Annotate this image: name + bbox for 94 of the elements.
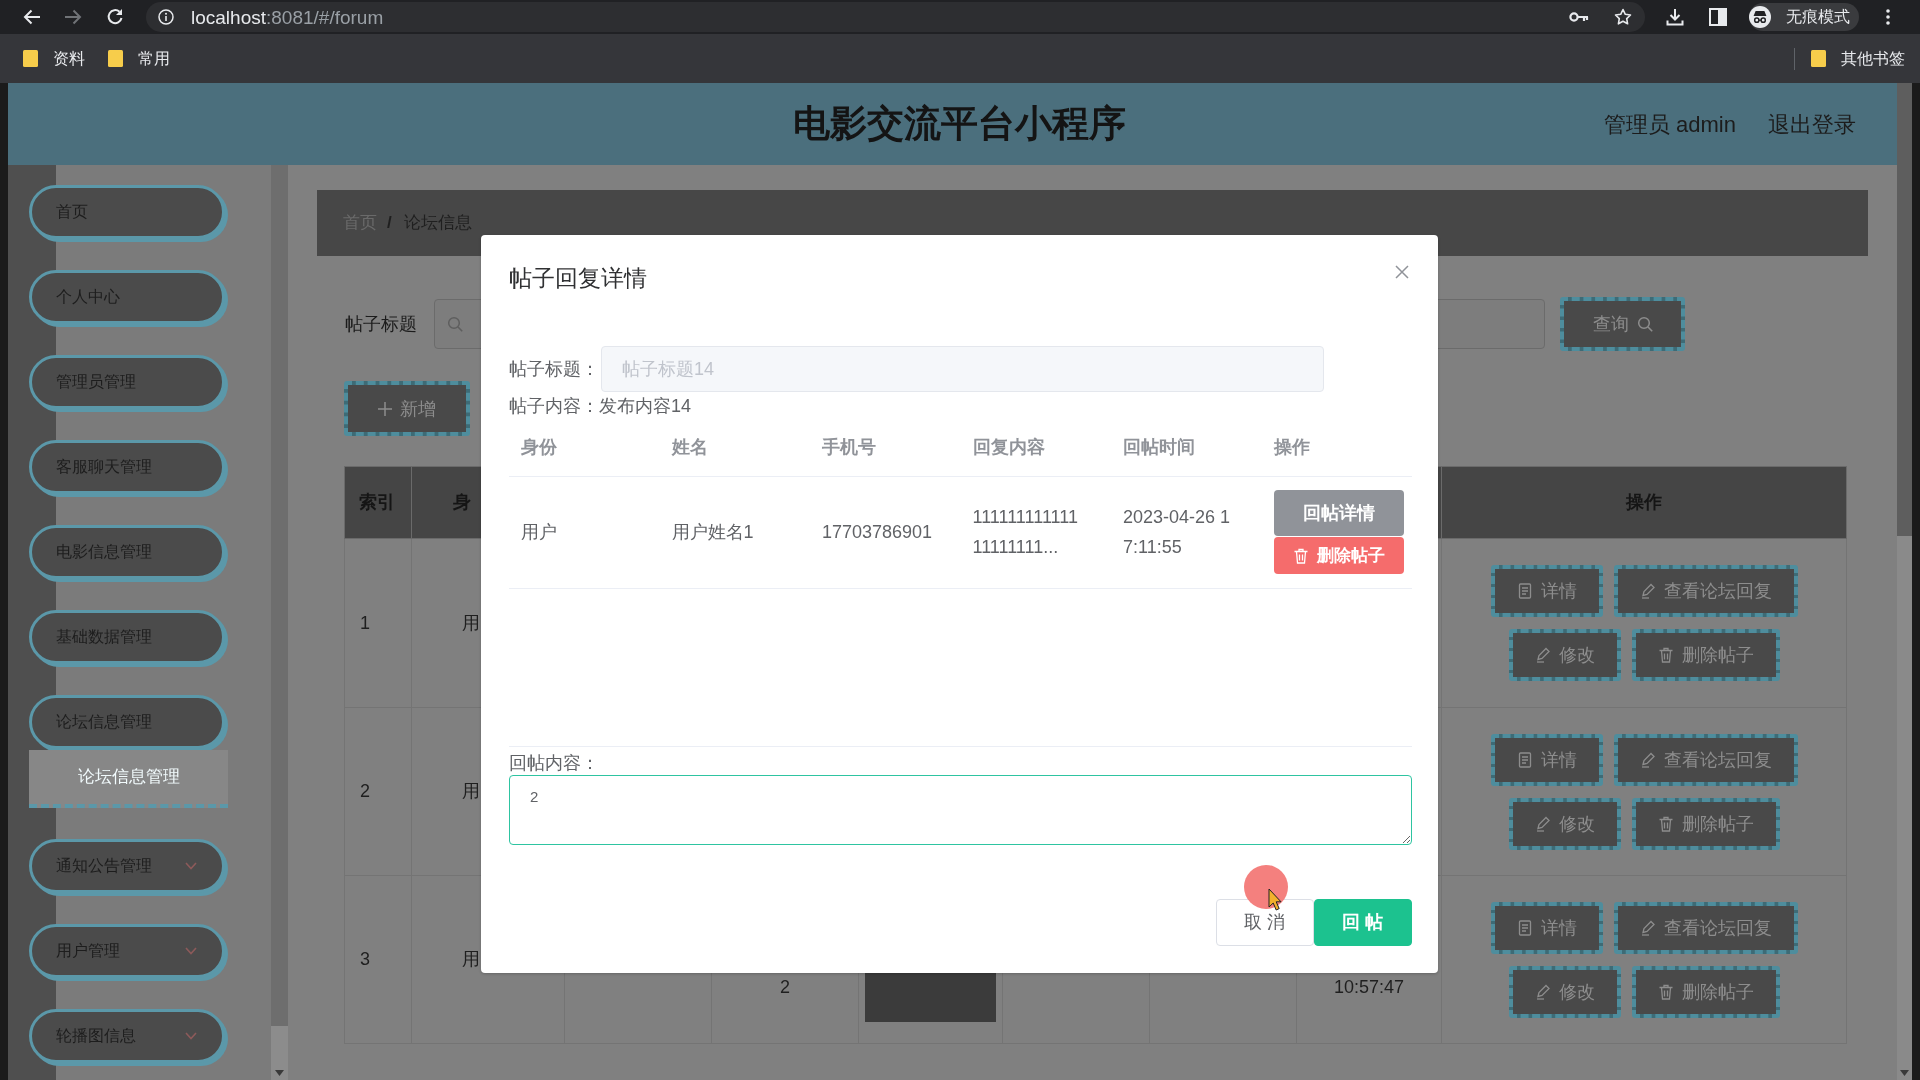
reply-detail-button[interactable]: 回帖详情	[1273, 490, 1404, 536]
search-icon	[1636, 316, 1653, 332]
column-header: 操作	[1261, 420, 1412, 476]
logout-link[interactable]: 退出登录	[1768, 107, 1856, 141]
menu-icon[interactable]	[1886, 9, 1890, 25]
table-cell-text: 17703786901	[822, 521, 933, 544]
star-icon[interactable]	[1614, 8, 1632, 26]
incognito-icon	[1749, 6, 1771, 28]
close-icon	[1395, 265, 1409, 279]
column-header: 回帖时间	[1111, 420, 1262, 476]
trash-icon	[1292, 547, 1309, 564]
field-label: 帖子内容：	[509, 396, 599, 416]
column-header: 身份	[509, 420, 660, 476]
table-cell-text: 用	[462, 948, 480, 971]
scroll-down-arrow-icon[interactable]	[275, 1070, 284, 1076]
chevron-down-icon	[185, 862, 197, 870]
download-icon[interactable]	[1666, 8, 1684, 26]
folder-icon	[1811, 50, 1826, 67]
close-button[interactable]	[1395, 265, 1409, 279]
reload-icon[interactable]	[105, 7, 125, 27]
table-cell-text: 11111111111111111111...	[972, 506, 1079, 559]
submit-button[interactable]: 回 帖	[1314, 899, 1412, 946]
add-button[interactable]: 新增	[344, 381, 470, 436]
action-button[interactable]: 删除帖子	[1631, 965, 1780, 1018]
plus-icon	[378, 401, 392, 416]
table-cell-text: 1	[360, 611, 370, 635]
chevron-down-icon	[185, 947, 197, 955]
pencil-icon	[1534, 815, 1551, 832]
column-header: 回复内容	[960, 420, 1111, 476]
breadcrumb-separator: /	[387, 212, 392, 235]
click-indicator-icon	[1244, 865, 1288, 909]
back-arrow-icon[interactable]	[22, 7, 42, 27]
reply-textarea[interactable]: 2	[509, 775, 1412, 845]
bookmark-folder[interactable]: 资料	[23, 46, 85, 71]
action-button[interactable]: 详情	[1490, 733, 1603, 786]
table-cell-text: 10:57:47	[1333, 976, 1405, 999]
column-header: 手机号	[810, 420, 961, 476]
table-cell-text: 用	[462, 611, 480, 635]
sidebar-subitem[interactable]: 论坛信息管理	[29, 750, 228, 808]
dialog-title: 帖子回复详情	[509, 266, 647, 290]
key-icon[interactable]	[1569, 11, 1589, 23]
app-title: 电影交流平台小程序	[793, 101, 1126, 146]
folder-icon	[108, 50, 123, 67]
forward-arrow-icon[interactable]	[63, 7, 83, 27]
action-button[interactable]: 查看论坛回复	[1613, 733, 1798, 786]
scroll-down-arrow-icon[interactable]	[1900, 1070, 1909, 1076]
action-button[interactable]: 查看论坛回复	[1613, 901, 1798, 954]
bookmark-folder[interactable]: 其他书签	[1811, 46, 1905, 71]
table-cell-text: 用户	[521, 521, 557, 544]
action-button[interactable]: 详情	[1490, 565, 1603, 617]
trash-icon	[1657, 647, 1674, 663]
address-bar[interactable]: localhost:8081/#/forum	[146, 2, 1645, 32]
scrollbar-thumb[interactable]	[1897, 83, 1912, 536]
cursor-icon	[1268, 888, 1282, 911]
pencil-icon	[1639, 919, 1656, 936]
action-button[interactable]: 修改	[1508, 629, 1621, 681]
action-button[interactable]: 查看论坛回复	[1613, 565, 1798, 617]
action-button[interactable]: 详情	[1490, 901, 1603, 954]
action-button[interactable]: 删除帖子	[1631, 629, 1780, 681]
document-icon	[1516, 919, 1533, 936]
pencil-icon	[1534, 983, 1551, 1000]
profile-chip[interactable]: 无痕模式	[1749, 3, 1859, 31]
document-icon	[1516, 751, 1533, 768]
pencil-icon	[1534, 647, 1551, 663]
folder-icon	[23, 50, 38, 67]
search-label: 帖子标题	[345, 312, 417, 336]
trash-icon	[1657, 815, 1674, 832]
trash-icon	[1657, 983, 1674, 1000]
cancel-button[interactable]: 取 消	[1216, 899, 1314, 946]
search-button[interactable]: 查询	[1560, 297, 1685, 351]
document-icon	[1516, 583, 1533, 599]
delete-button[interactable]: 删除帖子	[1273, 537, 1404, 574]
field-label: 回帖内容：	[509, 753, 599, 773]
search-icon	[447, 316, 463, 332]
table-cell-text: 用户姓名1	[671, 521, 754, 544]
url-text: localhost:8081/#/forum	[191, 7, 384, 27]
table-cell-text: 用	[462, 780, 480, 803]
side-panel-icon[interactable]	[1709, 8, 1727, 26]
action-button[interactable]: 删除帖子	[1631, 797, 1780, 850]
action-button[interactable]: 修改	[1508, 797, 1621, 850]
admin-user-label: 管理员 admin	[1603, 110, 1736, 139]
pencil-icon	[1639, 583, 1656, 599]
table-cell-text: 2	[360, 780, 370, 803]
action-button[interactable]: 修改	[1508, 965, 1621, 1018]
table-cell-text: 2023-04-26 17:11:55	[1123, 506, 1232, 559]
field-label: 帖子标题：	[509, 359, 600, 379]
bookmark-folder[interactable]: 常用	[108, 46, 170, 71]
info-icon[interactable]	[158, 9, 174, 25]
pencil-icon	[1639, 751, 1656, 768]
table-cell-text: 3	[360, 948, 370, 971]
column-header: 姓名	[659, 420, 810, 476]
table-cell-text: 2	[780, 976, 790, 999]
chevron-down-icon	[185, 1032, 197, 1040]
post-content-text: 发布内容14	[599, 396, 692, 416]
